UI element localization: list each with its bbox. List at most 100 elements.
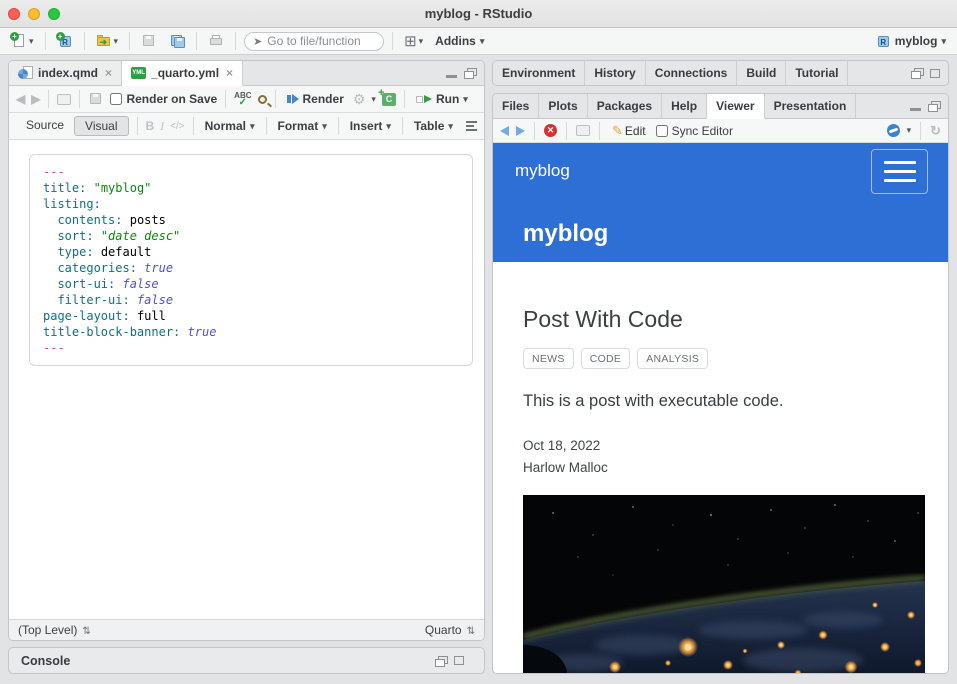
tab-index-qmd[interactable]: index.qmd × — [9, 61, 122, 85]
render-button[interactable]: Render — [284, 91, 347, 107]
insert-chunk-icon[interactable]: C — [382, 93, 396, 106]
run-button[interactable]: Run ▾ — [413, 91, 471, 107]
tab-plots[interactable]: Plots — [539, 94, 587, 118]
bold-button[interactable]: B — [146, 119, 155, 133]
code-line: categories: true — [43, 260, 459, 276]
open-file-button[interactable]: ➜ ▾ — [93, 32, 122, 50]
back-icon[interactable]: ◀ — [16, 92, 25, 106]
tab-help[interactable]: Help — [662, 94, 707, 118]
yaml-metadata-block[interactable]: ---title: "myblog"listing: contents: pos… — [29, 154, 473, 366]
save-button[interactable] — [138, 32, 160, 50]
code-button[interactable]: </> — [170, 121, 184, 132]
sync-editor-box[interactable] — [656, 125, 668, 137]
language-mode-selector[interactable]: Quarto⇅ — [425, 623, 475, 637]
open-new-window-icon[interactable] — [57, 94, 71, 105]
chevron-down-icon: ▾ — [386, 121, 391, 132]
scope-selector[interactable]: (Top Level)⇅ — [18, 623, 91, 637]
project-selector[interactable]: R myblog ▾ — [872, 32, 949, 50]
gear-icon[interactable]: ⚙ — [353, 91, 366, 108]
edit-label: Edit — [625, 124, 646, 138]
source-visual-toggle: Source Visual — [16, 116, 129, 136]
maximize-pane-icon[interactable] — [464, 68, 476, 78]
render-on-save-box[interactable] — [110, 93, 122, 105]
format-dropdown[interactable]: Format ▾ — [275, 118, 330, 134]
category-badge-news[interactable]: NEWS — [523, 348, 574, 369]
forward-icon[interactable]: ▶ — [31, 92, 40, 106]
save-all-button[interactable] — [166, 32, 188, 50]
chevron-down-icon[interactable]: ▾ — [907, 125, 912, 136]
post-description: This is a post with executable code. — [523, 392, 918, 411]
new-file-button[interactable]: + ▾ — [8, 32, 37, 50]
style-label: Normal — [205, 119, 246, 133]
back-icon[interactable] — [500, 126, 509, 136]
restore-pane-icon[interactable] — [911, 68, 923, 78]
editor-tab-bar: index.qmd × YML _quarto.yml × — [9, 61, 484, 86]
visual-mode-button[interactable]: Visual — [74, 116, 128, 136]
spellcheck-icon[interactable]: ABC✓ — [234, 92, 251, 106]
tab-quarto-yml[interactable]: YML _quarto.yml × — [122, 61, 243, 86]
source-editor-pane: index.qmd × YML _quarto.yml × ◀ ▶ — [8, 60, 485, 641]
quarto-doc-icon — [18, 66, 33, 81]
search-icon[interactable] — [258, 95, 267, 104]
paragraph-style-dropdown[interactable]: Normal ▾ — [202, 118, 258, 134]
goto-arrow-icon: ➤ — [253, 35, 262, 48]
category-badge-analysis[interactable]: ANALYSIS — [637, 348, 708, 369]
visual-editor-canvas[interactable]: ---title: "myblog"listing: contents: pos… — [9, 140, 484, 619]
restore-pane-icon[interactable] — [435, 656, 447, 666]
minimize-pane-icon[interactable] — [446, 75, 457, 78]
code-line: --- — [43, 164, 459, 180]
post-author: Harlow Malloc — [523, 457, 918, 479]
italic-button[interactable]: I — [160, 119, 164, 134]
tab-connections[interactable]: Connections — [646, 61, 738, 85]
insert-dropdown[interactable]: Insert ▾ — [347, 118, 394, 134]
maximize-pane-icon[interactable] — [928, 101, 940, 111]
pane-layout-button[interactable]: ⊞ ▾ — [401, 33, 426, 50]
goto-file-input[interactable]: ➤ Go to file/function — [244, 32, 384, 51]
minimize-pane-icon[interactable] — [910, 108, 921, 111]
code-line: --- — [43, 340, 459, 356]
visual-format-toolbar: Source Visual B I </> Normal ▾ Format ▾ — [9, 113, 484, 140]
forward-icon[interactable] — [516, 126, 525, 136]
render-on-save-label: Render on Save — [126, 92, 217, 106]
outline-icon[interactable] — [466, 121, 477, 131]
table-dropdown[interactable]: Table ▾ — [411, 118, 456, 134]
tab-environment[interactable]: Environment — [493, 61, 585, 85]
render-on-save-checkbox[interactable]: Render on Save — [110, 92, 217, 106]
tab-tutorial[interactable]: Tutorial — [786, 61, 848, 85]
earth-night-photo — [523, 495, 925, 673]
post-meta: Oct 18, 2022 Harlow Malloc — [523, 435, 918, 479]
sync-editor-checkbox[interactable]: Sync Editor — [656, 124, 733, 138]
blog-navbar-title[interactable]: myblog — [515, 161, 570, 181]
tab-viewer[interactable]: Viewer — [707, 94, 764, 119]
tab-presentation[interactable]: Presentation — [765, 94, 857, 118]
addins-button[interactable]: Addins ▾ — [432, 33, 487, 49]
source-mode-button[interactable]: Source — [16, 116, 74, 136]
scope-label: (Top Level) — [18, 623, 77, 637]
environment-pane: EnvironmentHistoryConnectionsBuildTutori… — [492, 60, 949, 86]
refresh-icon[interactable]: ↻ — [930, 123, 941, 139]
open-new-window-icon[interactable] — [576, 125, 590, 136]
maximize-pane-icon[interactable] — [454, 656, 464, 665]
project-name: myblog — [895, 34, 938, 48]
new-project-button[interactable]: R+ — [54, 32, 76, 50]
viewer-tab-bar: FilesPlotsPackagesHelpViewerPresentation — [493, 94, 948, 119]
console-pane[interactable]: Console — [8, 647, 485, 674]
stop-icon[interactable]: ✕ — [544, 124, 557, 137]
publish-icon[interactable] — [887, 124, 900, 137]
code-line: filter-ui: false — [43, 292, 459, 308]
close-icon[interactable]: × — [226, 66, 233, 80]
tab-build[interactable]: Build — [737, 61, 786, 85]
maximize-pane-icon[interactable] — [930, 69, 940, 78]
save-icon[interactable] — [88, 91, 104, 107]
category-badge-code[interactable]: CODE — [581, 348, 631, 369]
console-title: Console — [21, 654, 70, 668]
edit-button[interactable]: ✎ Edit — [609, 122, 649, 140]
print-button[interactable] — [205, 32, 227, 50]
chevron-down-icon[interactable]: ▾ — [371, 94, 376, 105]
hamburger-menu-icon[interactable] — [871, 149, 928, 194]
tab-files[interactable]: Files — [493, 94, 539, 118]
close-icon[interactable]: × — [105, 66, 112, 80]
code-line: type: default — [43, 244, 459, 260]
tab-history[interactable]: History — [585, 61, 645, 85]
tab-packages[interactable]: Packages — [588, 94, 662, 118]
